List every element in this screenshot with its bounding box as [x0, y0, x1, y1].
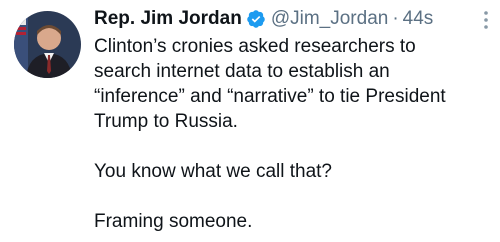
avatar[interactable]: [14, 11, 81, 78]
tweet-card[interactable]: Rep. Jim Jordan @Jim_Jordan · 44s Clinto…: [0, 0, 500, 242]
tweet-header: Rep. Jim Jordan @Jim_Jordan · 44s: [94, 6, 476, 32]
tweet-paragraph: You know what we call that?: [94, 161, 333, 182]
header-separator: ·: [392, 8, 399, 29]
more-options-icon[interactable]: [482, 10, 490, 30]
author-handle[interactable]: @Jim_Jordan: [271, 6, 389, 32]
tweet-content: Rep. Jim Jordan @Jim_Jordan · 44s Clinto…: [94, 6, 476, 234]
tweet-paragraph: Framing someone.: [94, 211, 253, 232]
tweet-timestamp[interactable]: 44s: [403, 6, 434, 32]
tweet-paragraph: Clinton’s cronies asked researchers to s…: [94, 36, 446, 132]
avatar-portrait-icon: [14, 11, 81, 78]
author-name[interactable]: Rep. Jim Jordan: [94, 6, 242, 32]
verified-badge-icon: [246, 9, 266, 29]
tweet-text: Clinton’s cronies asked researchers to s…: [94, 34, 476, 234]
